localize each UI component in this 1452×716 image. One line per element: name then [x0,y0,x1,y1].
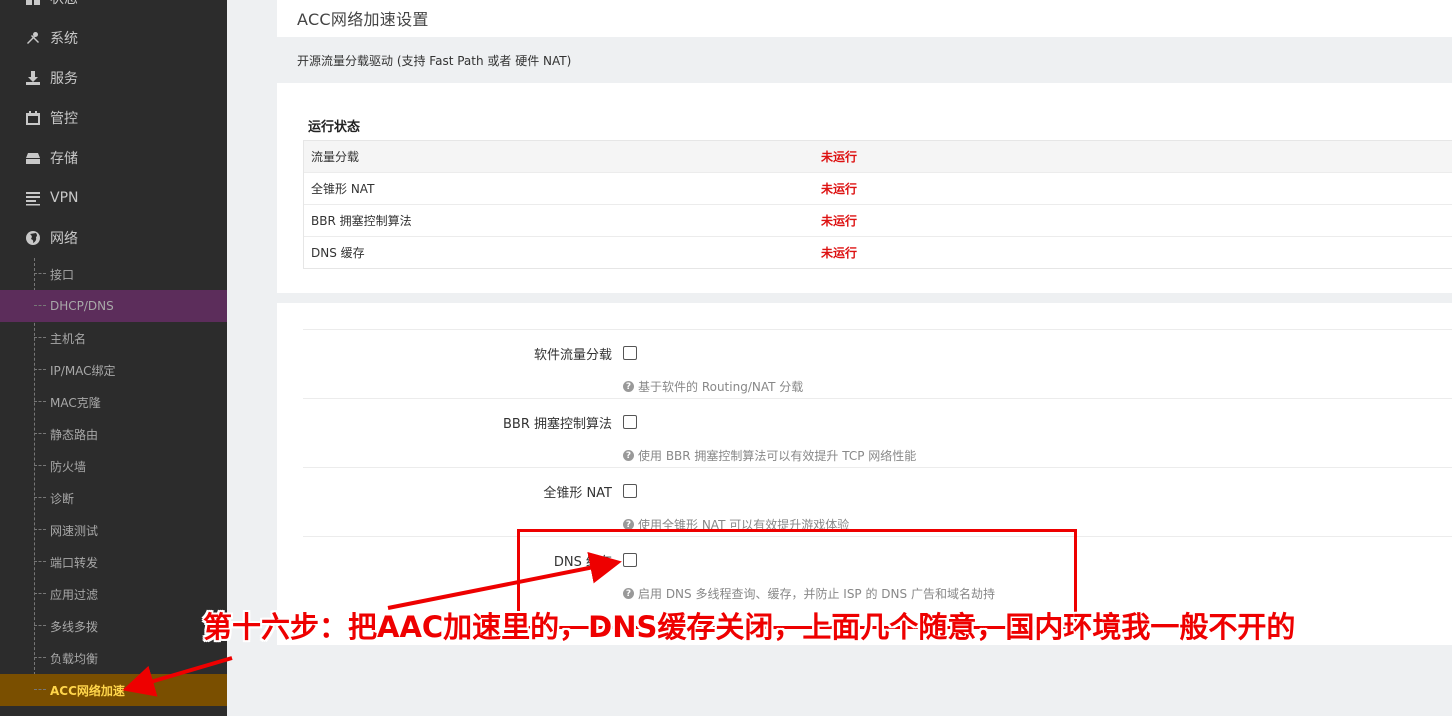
menu-item-network[interactable]: 网络 [0,218,227,258]
menu-label: 网络 [50,231,78,247]
submenu-label: 负载均衡 [50,651,99,666]
status-name: 全锥形 NAT [311,182,375,196]
menu-label: VPN [50,190,79,206]
status-row: BBR 拥塞控制算法 未运行 [304,204,1452,236]
list-icon [24,189,42,207]
menu-label: 服务 [50,71,78,87]
option-help: ? 基于软件的 Routing/NAT 分载 [623,378,803,395]
sidebar-item-acc[interactable]: ACC网络加速 [0,674,227,706]
help-icon: ? [623,381,634,392]
sidebar-item-speedtest[interactable]: 网速测试 [0,514,227,546]
menu-label: 系统 [50,31,78,47]
page-title: ACC网络加速设置 [297,10,429,29]
menu-item-system[interactable]: 系统 [0,18,227,58]
submenu-label: DHCP/DNS [50,299,114,313]
calendar-icon [24,109,42,127]
dashboard-icon [24,0,42,7]
option-row-fullcone-nat: 全锥形 NAT ? 使用全锥形 NAT 可以有效提升游戏体验 [303,467,1452,537]
submenu-label: 端口转发 [50,555,99,570]
sidebar-item-load-balance[interactable]: 负载均衡 [0,642,227,674]
bbr-checkbox[interactable] [623,415,637,429]
sidebar-item-firewall[interactable]: 防火墙 [0,450,227,482]
menu-item-control[interactable]: 管控 [0,98,227,138]
sidebar-item-multiwan[interactable]: 多线多拨 [0,610,227,642]
status-name: BBR 拥塞控制算法 [311,214,412,228]
submenu-label: 多线多拨 [50,619,99,634]
menu-item-status[interactable]: 状态 [0,0,227,18]
menu-label: 管控 [50,111,78,127]
download-icon [24,69,42,87]
submenu-label: 主机名 [50,331,87,346]
status-table: 流量分载 未运行 全锥形 NAT 未运行 BBR 拥塞控制算法 未运行 DNS 缓存未… [303,140,1452,269]
option-label: 软件流量分载 [533,348,612,363]
status-row: DNS 缓存 未运行 [304,236,1452,268]
help-icon: ? [623,450,634,461]
sidebar-item-dhcp-dns[interactable]: DHCP/DNS [0,290,227,322]
storage-icon [24,149,42,167]
menu-label: 存储 [50,151,78,167]
option-label: 全锥形 NAT [543,486,612,501]
submenu-label: 接口 [50,267,75,282]
status-row: 全锥形 NAT 未运行 [304,172,1452,204]
menu-item-storage[interactable]: 存储 [0,138,227,178]
status-state: 未运行 [821,150,858,164]
status-state: 未运行 [821,214,858,228]
menu-item-vpn[interactable]: VPN [0,178,227,218]
submenu-label: 应用过滤 [50,587,99,602]
option-help: ? 使用 BBR 拥塞控制算法可以有效提升 TCP 网络性能 [623,447,916,464]
sidebar-item-app-filter[interactable]: 应用过滤 [0,578,227,610]
submenu-label: 诊断 [50,491,75,506]
sidebar-item-ip-mac-binding[interactable]: IP/MAC绑定 [0,354,227,386]
submenu-label: IP/MAC绑定 [50,363,116,378]
submenu-label: 静态路由 [50,427,99,442]
status-name: 流量分载 [311,150,360,164]
sidebar-item-static-routes[interactable]: 静态路由 [0,418,227,450]
sidebar: 状态 系统 服务 管控 存储 VPN 网络 接口 DHCP/DNS 主机名 IP… [0,0,227,716]
help-text: 使用 BBR 拥塞控制算法可以有效提升 TCP 网络性能 [638,449,917,463]
submenu-label: ACC网络加速 [50,683,125,698]
sidebar-item-diagnostics[interactable]: 诊断 [0,482,227,514]
wrench-icon [24,29,42,47]
submenu-label: MAC克隆 [50,395,101,410]
status-state: 未运行 [821,246,858,260]
sidebar-item-hostnames[interactable]: 主机名 [0,322,227,354]
software-offload-checkbox[interactable] [623,346,637,360]
option-row-bbr: BBR 拥塞控制算法 ? 使用 BBR 拥塞控制算法可以有效提升 TCP 网络性能 [303,398,1452,468]
menu-label: 状态 [50,0,78,8]
status-name: DNS 缓存 [311,246,365,260]
title-panel: ACC网络加速设置 [277,0,1452,37]
option-row-software-offload: 软件流量分载 ? 基于软件的 Routing/NAT 分载 [303,329,1452,399]
status-row: 流量分载 未运行 [304,141,1452,172]
globe-icon [24,229,42,247]
sidebar-item-interfaces[interactable]: 接口 [0,258,227,290]
annotation-text: 第十六步：把AAC加速里的，DNS缓存关闭，上面几个随意，国内环境我一般不开的 [203,610,1296,644]
menu-item-services[interactable]: 服务 [0,58,227,98]
status-heading: 运行状态 [308,120,361,135]
sidebar-item-port-forward[interactable]: 端口转发 [0,546,227,578]
status-state: 未运行 [821,182,858,196]
status-panel: 运行状态 流量分载 未运行 全锥形 NAT 未运行 BBR 拥塞控制算法 未运行 DN… [277,83,1452,293]
submenu-label: 防火墙 [50,459,87,474]
submenu-label: 网速测试 [50,523,99,538]
page-description: 开源流量分载驱动 (支持 Fast Path 或者 硬件 NAT) [297,54,572,68]
option-label: BBR 拥塞控制算法 [502,417,612,432]
help-text: 基于软件的 Routing/NAT 分载 [638,380,804,394]
sidebar-item-mac-clone[interactable]: MAC克隆 [0,386,227,418]
fullcone-nat-checkbox[interactable] [623,484,637,498]
